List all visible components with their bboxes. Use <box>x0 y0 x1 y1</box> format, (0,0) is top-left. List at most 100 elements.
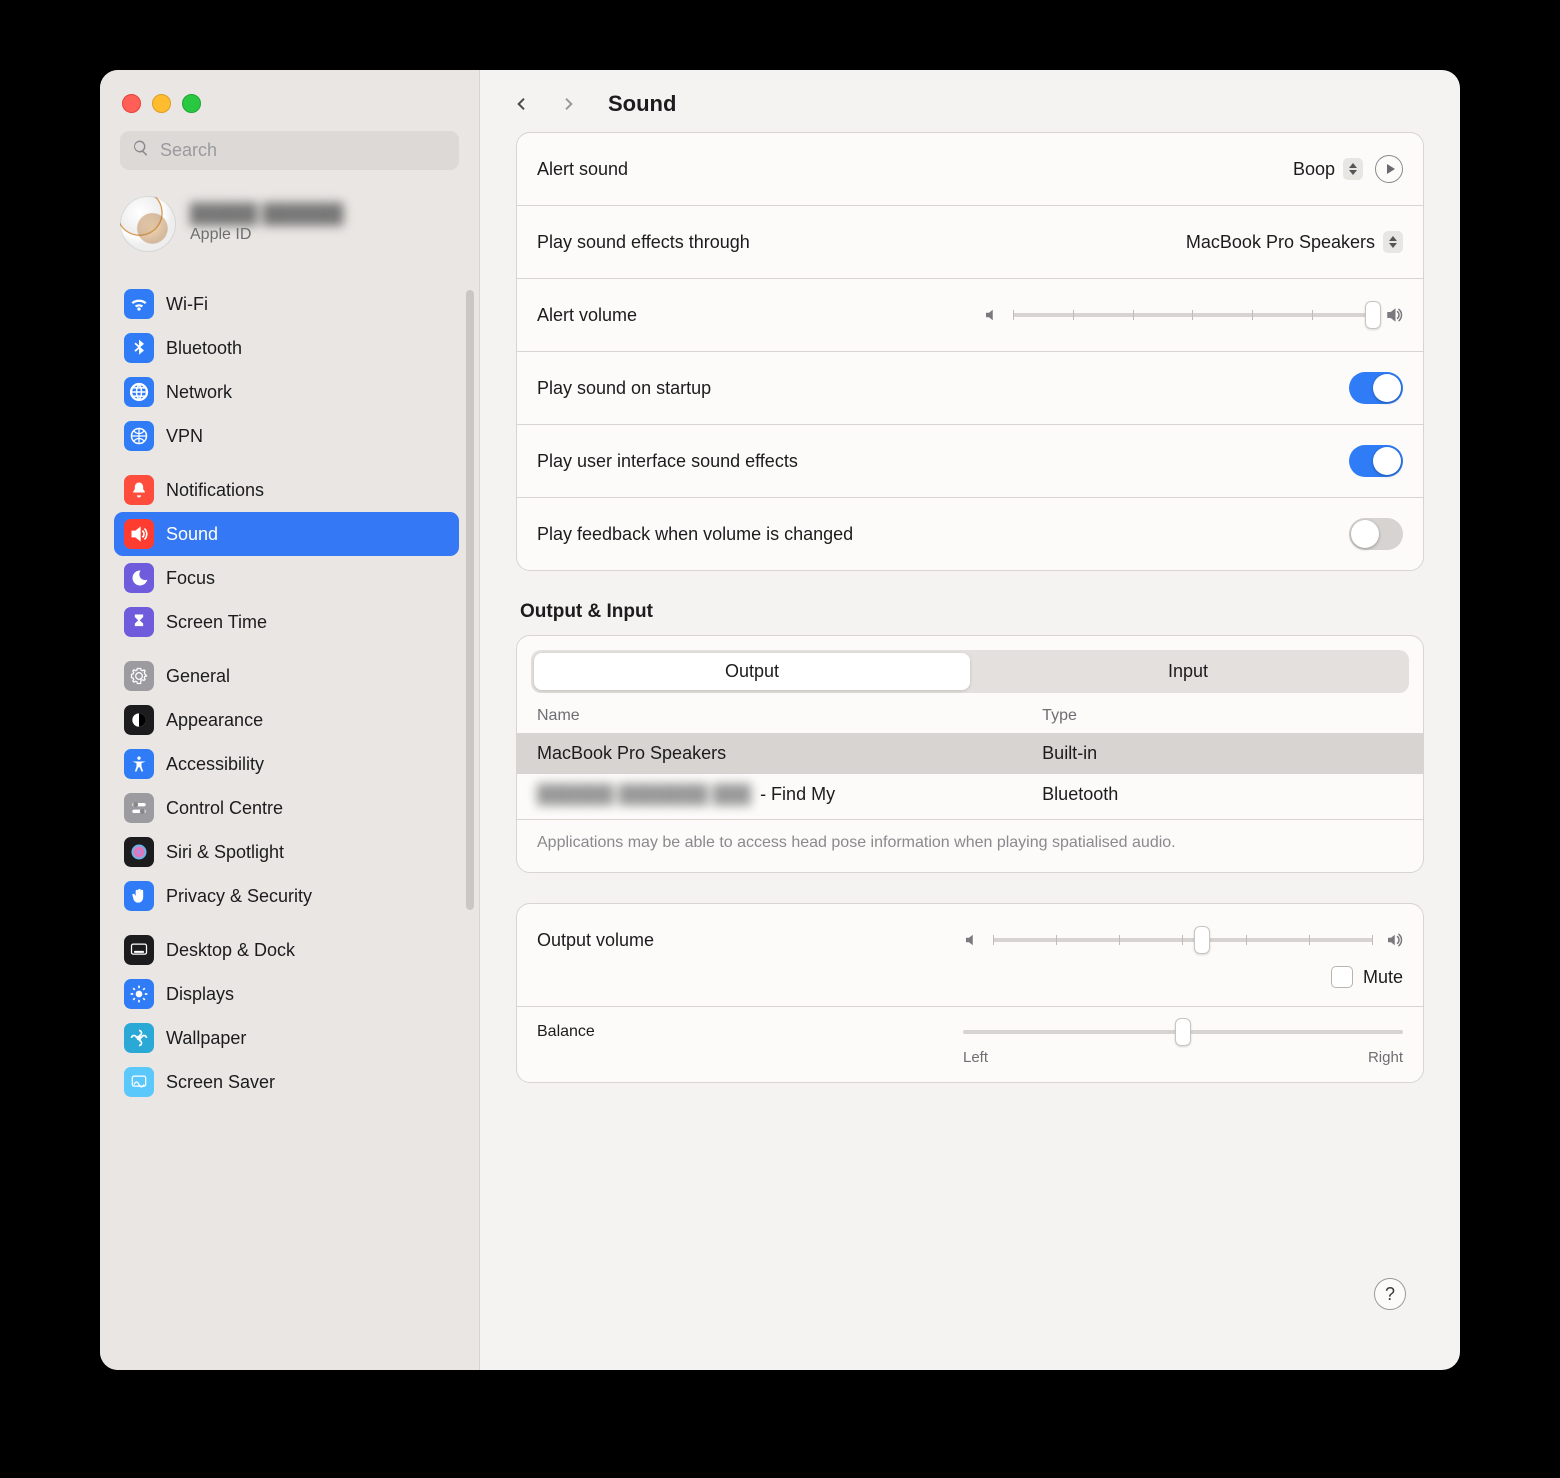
effects-through-row: Play sound effects through MacBook Pro S… <box>517 206 1423 279</box>
output-volume-slider[interactable] <box>993 938 1373 942</box>
forward-button[interactable] <box>554 90 582 118</box>
alert-volume-slider[interactable] <box>1013 313 1373 317</box>
gear-icon <box>124 661 154 691</box>
close-button[interactable] <box>122 94 141 113</box>
alert-sound-popup[interactable]: Boop <box>1293 158 1363 180</box>
alert-volume-label: Alert volume <box>537 305 637 326</box>
search-input[interactable] <box>158 139 447 162</box>
sidebar-item-controlcentre[interactable]: Control Centre <box>114 786 459 830</box>
startup-sound-toggle[interactable] <box>1349 372 1403 404</box>
device-table-header: Name Type <box>517 693 1423 733</box>
sidebar-item-label: Control Centre <box>166 798 283 819</box>
avatar <box>120 196 176 252</box>
sidebar-item-focus[interactable]: Focus <box>114 556 459 600</box>
main-panel: Sound Alert sound Boop <box>480 70 1460 1370</box>
sidebar-item-label: Sound <box>166 524 218 545</box>
sidebar-item-label: Wallpaper <box>166 1028 246 1049</box>
zoom-button[interactable] <box>182 94 201 113</box>
startup-sound-row: Play sound on startup <box>517 352 1423 425</box>
spatial-audio-hint: Applications may be able to access head … <box>517 819 1423 872</box>
sidebar-item-bluetooth[interactable]: Bluetooth <box>114 326 459 370</box>
mute-checkbox[interactable] <box>1331 966 1353 988</box>
content: Alert sound Boop Play sound effects thro… <box>480 132 1460 1370</box>
siri-icon <box>124 837 154 867</box>
device-row[interactable]: MacBook Pro SpeakersBuilt-in <box>517 733 1423 774</box>
ui-effects-row: Play user interface sound effects <box>517 425 1423 498</box>
alert-sound-value: Boop <box>1293 159 1335 180</box>
device-table: MacBook Pro SpeakersBuilt-in██████ █████… <box>517 733 1423 815</box>
sidebar-item-wifi[interactable]: Wi-Fi <box>114 282 459 326</box>
alert-sound-row: Alert sound Boop <box>517 133 1423 206</box>
sidebar-item-label: Accessibility <box>166 754 264 775</box>
sidebar-item-general[interactable]: General <box>114 654 459 698</box>
output-input-segmented[interactable]: OutputInput <box>531 650 1409 693</box>
sidebar-item-desktop[interactable]: Desktop & Dock <box>114 928 459 972</box>
sidebar-item-network[interactable]: Network <box>114 370 459 414</box>
wifi-icon <box>124 289 154 319</box>
col-type-header: Type <box>1042 707 1403 725</box>
device-name-suffix: - Find My <box>755 784 835 804</box>
mute-label: Mute <box>1363 967 1403 988</box>
effects-through-label: Play sound effects through <box>537 232 750 253</box>
volume-feedback-row: Play feedback when volume is changed <box>517 498 1423 570</box>
sidebar-item-label: Appearance <box>166 710 263 731</box>
sidebar-item-label: Screen Time <box>166 612 267 633</box>
apple-id-row[interactable]: █████ ██████ Apple ID <box>120 196 459 252</box>
device-type: Built-in <box>1042 743 1403 764</box>
sound-effects-card: Alert sound Boop Play sound effects thro… <box>516 132 1424 571</box>
sidebar-item-label: Focus <box>166 568 215 589</box>
dock-icon <box>124 935 154 965</box>
effects-through-popup[interactable]: MacBook Pro Speakers <box>1186 231 1403 253</box>
screensaver-icon <box>124 1067 154 1097</box>
output-input-card: OutputInput Name Type MacBook Pro Speake… <box>516 635 1424 873</box>
back-button[interactable] <box>508 90 536 118</box>
sidebar-scrollbar[interactable] <box>466 290 474 910</box>
ui-effects-toggle[interactable] <box>1349 445 1403 477</box>
chevron-up-down-icon <box>1343 158 1363 180</box>
alert-sound-label: Alert sound <box>537 159 628 180</box>
sidebar-item-label: Privacy & Security <box>166 886 312 907</box>
chevron-up-down-icon <box>1383 231 1403 253</box>
balance-right-label: Right <box>1368 1049 1403 1066</box>
sidebar-item-label: Desktop & Dock <box>166 940 295 961</box>
alert-volume-row: Alert volume <box>517 279 1423 352</box>
tab-input[interactable]: Input <box>970 653 1406 690</box>
sidebar: █████ ██████ Apple ID Wi-FiBluetooth Netw… <box>100 70 480 1370</box>
sidebar-item-label: General <box>166 666 230 687</box>
effects-through-value: MacBook Pro Speakers <box>1186 232 1375 253</box>
sidebar-item-privacy[interactable]: Privacy & Security <box>114 874 459 918</box>
volume-feedback-toggle[interactable] <box>1349 518 1403 550</box>
volume-low-icon <box>983 306 1001 324</box>
volume-high-icon <box>1385 306 1403 324</box>
window-controls <box>122 94 465 113</box>
output-volume-label: Output volume <box>537 930 654 951</box>
sidebar-item-displays[interactable]: Displays <box>114 972 459 1016</box>
appearance-icon <box>124 705 154 735</box>
sidebar-item-accessibility[interactable]: Accessibility <box>114 742 459 786</box>
sidebar-item-sound[interactable]: Sound <box>114 512 459 556</box>
bell-icon <box>124 475 154 505</box>
tab-output[interactable]: Output <box>534 653 970 690</box>
sidebar-list: Wi-FiBluetooth Network VPN Notifications Sou… <box>114 272 465 1370</box>
minimize-button[interactable] <box>152 94 171 113</box>
help-button[interactable]: ? <box>1374 1278 1406 1310</box>
profile-subtitle: Apple ID <box>190 226 343 244</box>
globe-icon <box>124 377 154 407</box>
sidebar-item-siri[interactable]: Siri & Spotlight <box>114 830 459 874</box>
search-icon <box>132 139 158 162</box>
device-row[interactable]: ██████ ███████ ███ - Find MyBluetooth <box>517 774 1423 815</box>
sidebar-item-wallpaper[interactable]: Wallpaper <box>114 1016 459 1060</box>
play-alert-button[interactable] <box>1375 155 1403 183</box>
sidebar-item-vpn[interactable]: VPN <box>114 414 459 458</box>
access-icon <box>124 749 154 779</box>
device-type: Bluetooth <box>1042 784 1403 805</box>
search-field[interactable] <box>120 131 459 170</box>
sidebar-item-notifications[interactable]: Notifications <box>114 468 459 512</box>
sidebar-item-appearance[interactable]: Appearance <box>114 698 459 742</box>
sidebar-item-screensaver[interactable]: Screen Saver <box>114 1060 459 1104</box>
sidebar-item-label: Network <box>166 382 232 403</box>
sidebar-item-screentime[interactable]: Screen Time <box>114 600 459 644</box>
balance-slider[interactable] <box>963 1030 1403 1034</box>
volume-feedback-label: Play feedback when volume is changed <box>537 524 853 545</box>
sun-icon <box>124 979 154 1009</box>
